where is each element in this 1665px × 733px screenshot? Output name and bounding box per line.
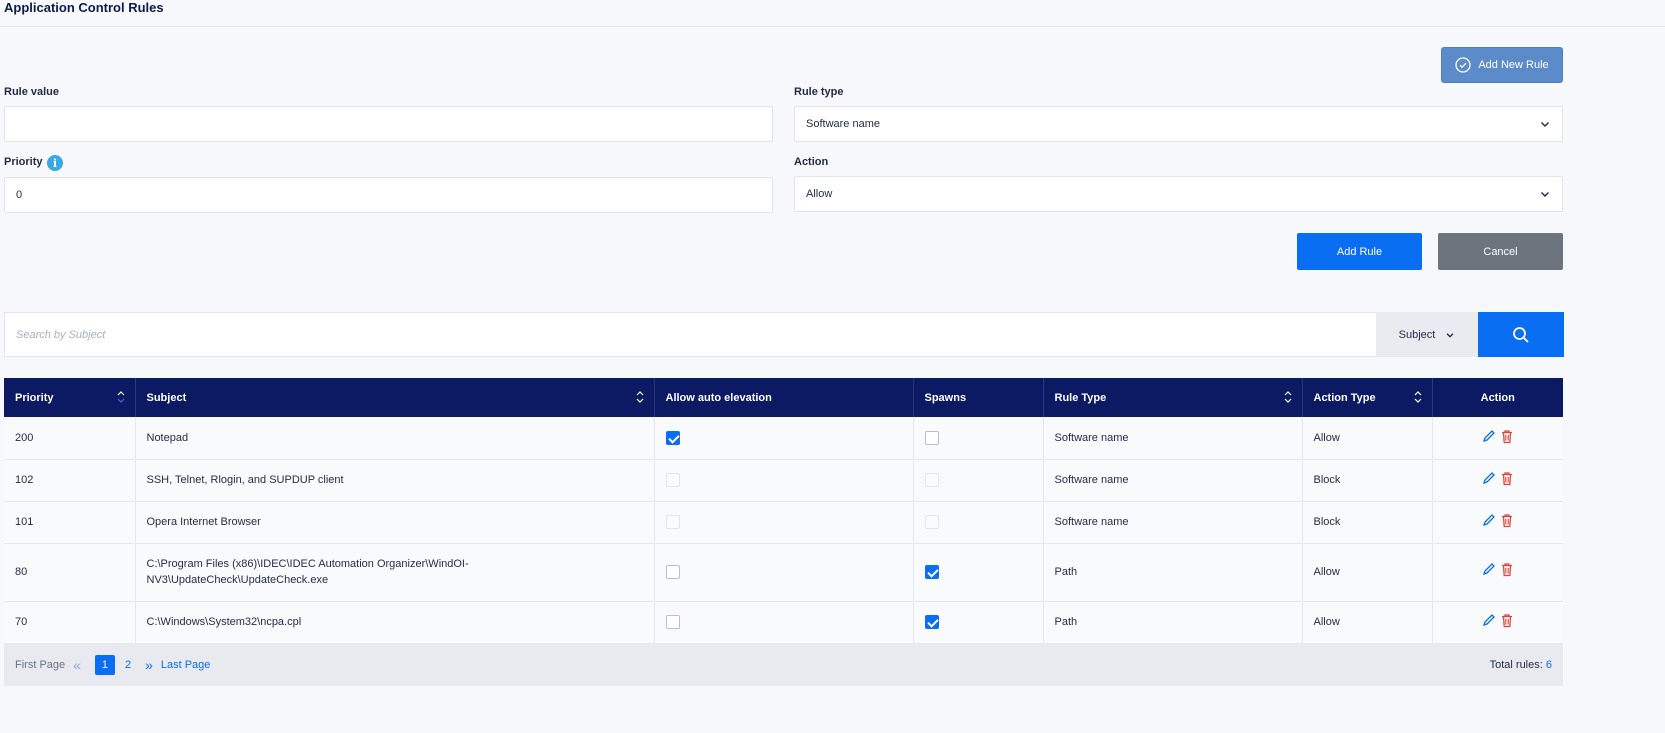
sort-icon <box>636 391 643 403</box>
sort-icon <box>1414 391 1421 403</box>
table-row: 200 Notepad Software name Allow <box>4 417 1563 460</box>
cell-priority: 80 <box>4 543 136 602</box>
cell-action-type: Block <box>1302 501 1433 544</box>
cell-subject-line: C:\Program Files (x86)\IDEC\IDEC Automat… <box>146 558 469 570</box>
first-page-link[interactable]: First Page <box>15 659 65 671</box>
column-header-spawns: Spawns <box>913 378 1044 417</box>
delete-icon[interactable] <box>1500 429 1514 444</box>
column-header-subject[interactable]: Subject <box>135 378 655 417</box>
cell-subject: Notepad <box>135 417 655 460</box>
add-rule-button[interactable]: Add Rule <box>1297 233 1422 270</box>
edit-icon[interactable] <box>1482 513 1496 528</box>
edit-icon[interactable] <box>1482 562 1496 577</box>
chevron-down-icon <box>1541 192 1549 197</box>
table-row: 80 C:\Program Files (x86)\IDEC\IDEC Auto… <box>4 543 1563 602</box>
add-new-rule-label: Add New Rule <box>1478 59 1549 71</box>
cell-priority: 200 <box>4 417 136 460</box>
table-row: 101 Opera Internet Browser Software name… <box>4 501 1563 544</box>
table-row: 70 C:\Windows\System32\ncpa.cpl Path All… <box>4 601 1563 644</box>
cell-subject: SSH, Telnet, Rlogin, and SUPDUP client <box>135 459 655 502</box>
spawns-checkbox[interactable] <box>924 615 939 629</box>
check-circle-icon <box>1455 57 1471 73</box>
rule-type-value: Software name <box>806 118 880 130</box>
cell-action-type: Block <box>1302 459 1433 502</box>
search-input[interactable]: Search by Subject <box>4 312 1377 357</box>
rule-type-select[interactable]: Software name <box>794 106 1563 142</box>
cell-action-type: Allow <box>1302 417 1433 460</box>
rules-table: Priority Subject Allow auto elevation Sp… <box>4 378 1563 644</box>
cell-action-type: Allow <box>1302 543 1433 602</box>
cell-priority: 70 <box>4 601 136 644</box>
auto-elevation-checkbox <box>665 515 680 529</box>
chevron-down-icon <box>1446 332 1454 338</box>
cell-subject: C:\Program Files (x86)\IDEC\IDEC Automat… <box>135 543 655 602</box>
cell-rule-type: Path <box>1043 543 1303 602</box>
edit-icon[interactable] <box>1482 429 1496 444</box>
total-rules-value: 6 <box>1545 659 1552 671</box>
last-page-link[interactable]: Last Page <box>161 659 211 671</box>
chevron-down-icon <box>1541 122 1549 127</box>
spawns-checkbox <box>924 515 939 529</box>
cell-rule-type: Software name <box>1043 417 1303 460</box>
total-rules: Total rules: 6 <box>1490 659 1552 671</box>
search-field-value: Subject <box>1398 328 1436 341</box>
info-icon[interactable]: i <box>47 155 63 171</box>
column-header-rule-type[interactable]: Rule Type <box>1043 378 1303 417</box>
action-value: Allow <box>806 188 833 200</box>
column-header-action-type[interactable]: Action Type <box>1302 378 1433 417</box>
cell-subject-line: NV3\UpdateCheck\UpdateCheck.exe <box>146 574 329 586</box>
column-header-allow-auto-elevation: Allow auto elevation <box>654 378 914 417</box>
cell-action-type: Allow <box>1302 601 1433 644</box>
title-divider <box>0 26 1665 27</box>
search-button[interactable] <box>1478 312 1564 357</box>
spawns-checkbox <box>924 473 939 487</box>
sort-icon <box>1284 391 1291 403</box>
pagination: First Page « 1 2 » Last Page Total rules… <box>4 644 1563 686</box>
cell-rule-type: Software name <box>1043 501 1303 544</box>
delete-icon[interactable] <box>1500 613 1514 628</box>
cell-subject: C:\Windows\System32\ncpa.cpl <box>135 601 655 644</box>
rule-type-label: Rule type <box>794 86 844 98</box>
search-icon <box>1513 326 1529 343</box>
auto-elevation-checkbox[interactable] <box>665 615 680 629</box>
priority-label: Priority <box>4 156 43 168</box>
auto-elevation-checkbox <box>665 473 680 487</box>
spawns-checkbox[interactable] <box>924 430 939 445</box>
auto-elevation-checkbox[interactable] <box>665 430 680 445</box>
page-button-1[interactable]: 1 <box>94 655 115 675</box>
cell-subject: Opera Internet Browser <box>135 501 655 544</box>
table-row: 102 SSH, Telnet, Rlogin, and SUPDUP clie… <box>4 459 1563 502</box>
cell-rule-type: Software name <box>1043 459 1303 502</box>
action-select[interactable]: Allow <box>794 176 1563 212</box>
delete-icon[interactable] <box>1500 513 1514 528</box>
page-button-2[interactable]: 2 <box>125 659 131 671</box>
column-header-action: Action <box>1432 378 1563 417</box>
sort-icon <box>117 391 124 403</box>
double-chevron-left-icon[interactable]: « <box>73 657 81 673</box>
cancel-button[interactable]: Cancel <box>1438 233 1563 270</box>
column-header-priority[interactable]: Priority <box>4 378 136 417</box>
delete-icon[interactable] <box>1500 471 1514 486</box>
page-title: Application Control Rules <box>4 0 164 15</box>
double-chevron-right-icon[interactable]: » <box>145 657 153 673</box>
search-field-select[interactable]: Subject <box>1376 312 1478 357</box>
cell-rule-type: Path <box>1043 601 1303 644</box>
rule-value-input[interactable] <box>4 106 773 142</box>
total-rules-label: Total rules: <box>1489 659 1543 671</box>
edit-icon[interactable] <box>1482 471 1496 486</box>
add-new-rule-button[interactable]: Add New Rule <box>1441 47 1563 83</box>
rule-value-label: Rule value <box>4 86 60 98</box>
spawns-checkbox[interactable] <box>924 565 939 580</box>
delete-icon[interactable] <box>1500 562 1514 577</box>
cell-priority: 102 <box>4 459 136 502</box>
cell-priority: 101 <box>4 501 136 544</box>
edit-icon[interactable] <box>1482 613 1496 628</box>
priority-input[interactable]: 0 <box>4 177 773 213</box>
auto-elevation-checkbox[interactable] <box>665 565 680 580</box>
search-placeholder: Search by Subject <box>16 328 106 341</box>
action-label: Action <box>794 156 829 168</box>
